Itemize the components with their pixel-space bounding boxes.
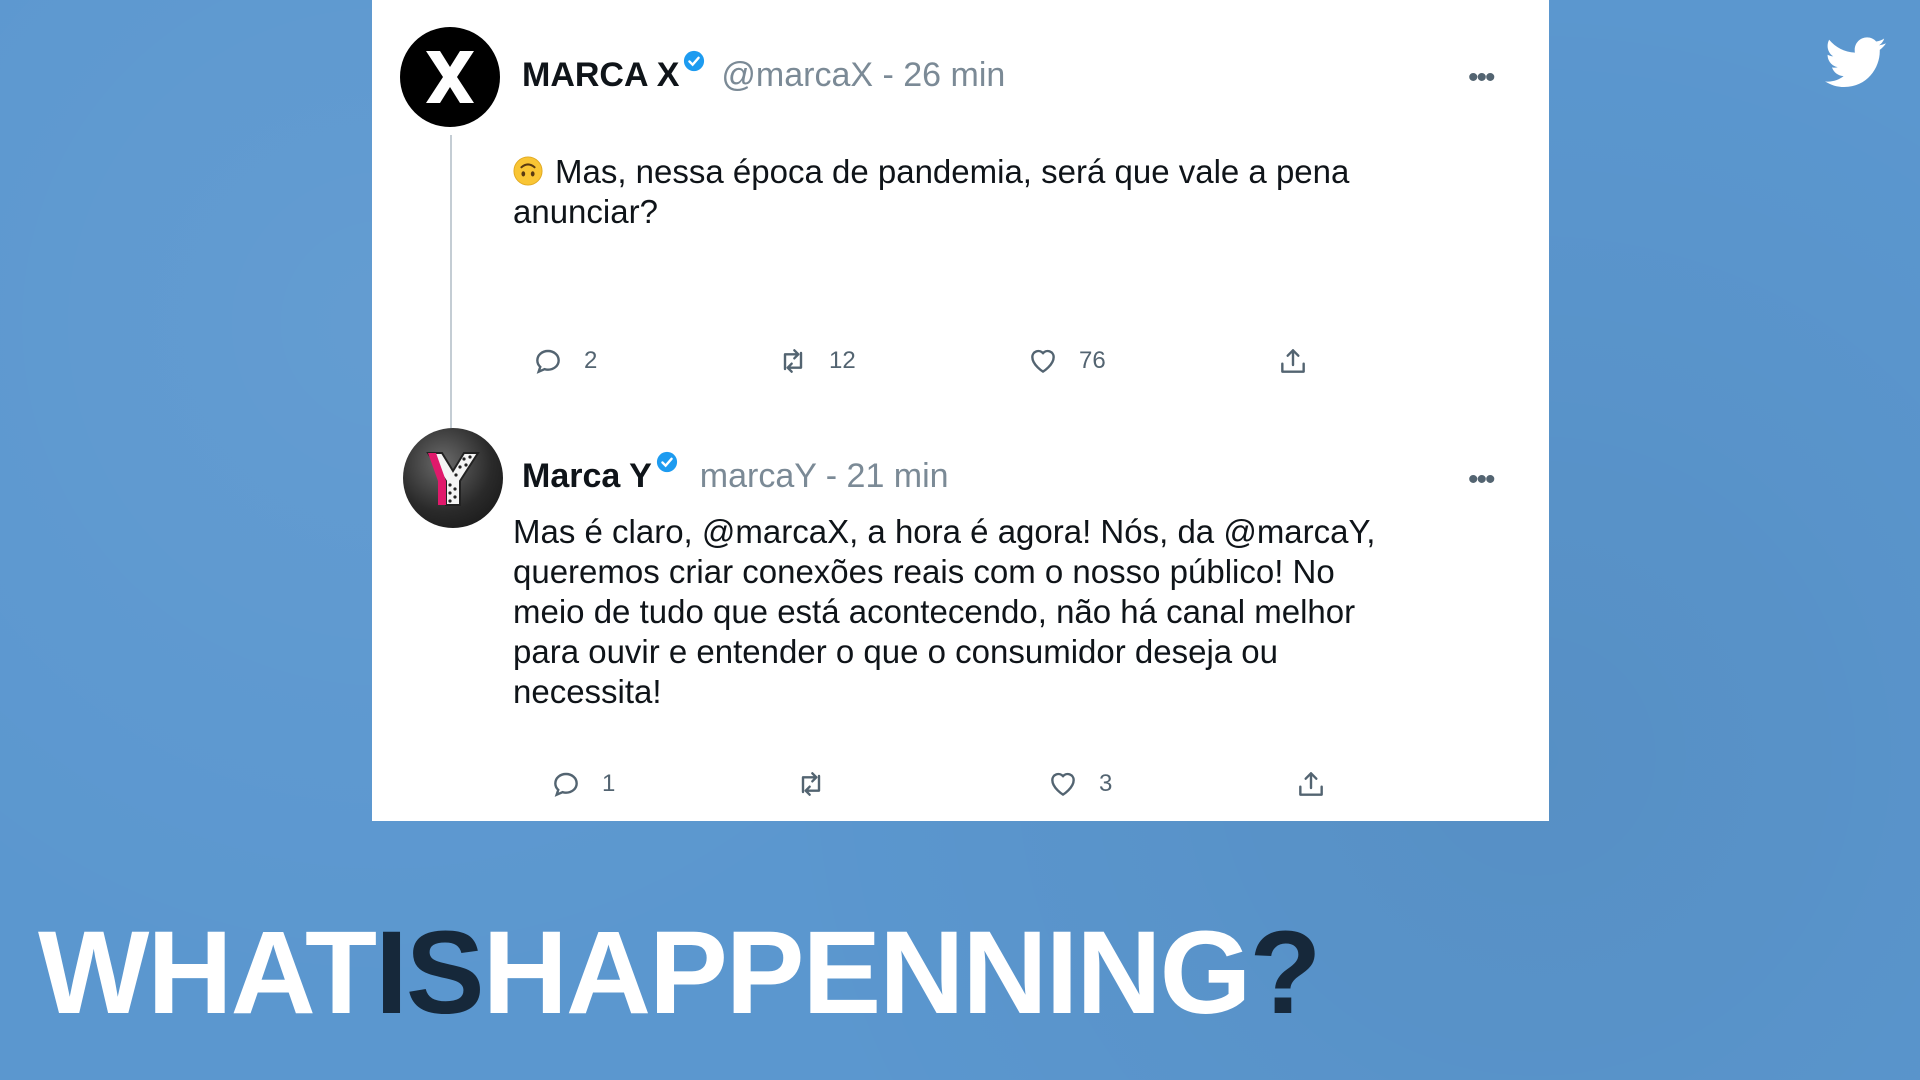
tweet-body: Mas é claro, @marcaX, a hora é agora! Nó… — [513, 513, 1376, 710]
tweet-text: Mas é claro, @marcaX, a hora é agora! Nó… — [513, 512, 1413, 712]
tweet-actions: 2 12 76 — [372, 345, 1549, 385]
tweet-thread-card: MARCA X @marcaX - 26 min ••• Mas, nessa … — [372, 0, 1549, 821]
reply-count: 2 — [584, 347, 598, 374]
retweet-count: 12 — [829, 347, 856, 374]
reply-icon — [536, 349, 560, 374]
avatar-marca-x[interactable] — [400, 27, 500, 127]
y-logo-icon — [426, 452, 480, 506]
slogan-part-what: WHAT — [38, 907, 377, 1039]
retweet-button[interactable] — [795, 768, 847, 800]
upside-down-face-emoji-icon — [513, 156, 543, 186]
share-icon — [1299, 772, 1323, 796]
tweet-header: MARCA X @marcaX - 26 min — [522, 50, 1005, 95]
like-count: 76 — [1079, 347, 1106, 374]
like-button[interactable]: 3 — [1047, 768, 1112, 800]
slogan-question-mark: ? — [1249, 907, 1321, 1039]
handle-timestamp[interactable]: @marcaX - 26 min — [721, 56, 1005, 95]
tweet-actions: 1 3 — [372, 768, 1549, 808]
slogan-part-happenning: HAPPENNING — [482, 907, 1252, 1039]
share-icon — [1281, 349, 1305, 373]
reply-icon — [554, 772, 578, 797]
retweet-icon — [801, 772, 821, 796]
like-count: 3 — [1099, 770, 1113, 797]
heart-icon — [1051, 772, 1075, 796]
heart-icon — [1031, 349, 1055, 373]
tweet-header: Marca Y marcaY - 21 min — [522, 451, 949, 496]
reply-button[interactable]: 2 — [532, 345, 597, 377]
twitter-bird-icon — [1825, 37, 1886, 88]
reply-count: 1 — [602, 770, 616, 797]
like-button[interactable]: 76 — [1027, 345, 1106, 377]
avatar-marca-y[interactable] — [403, 428, 503, 528]
display-name[interactable]: MARCA X — [522, 56, 679, 95]
slogan-part-is: IS — [375, 907, 484, 1039]
verified-badge-icon — [656, 451, 677, 473]
tweet-text: Mas, nessa época de pandemia, será que v… — [513, 152, 1413, 232]
retweet-button[interactable]: 12 — [777, 345, 856, 377]
thread-connector-line — [450, 135, 452, 430]
slogan-headline: WHATISHAPPENNING? — [38, 905, 1322, 1041]
display-name[interactable]: Marca Y — [522, 457, 652, 496]
x-logo-icon — [426, 51, 474, 103]
reply-button[interactable]: 1 — [550, 768, 615, 800]
tweet-body: Mas, nessa época de pandemia, será que v… — [513, 153, 1350, 230]
handle-timestamp[interactable]: marcaY - 21 min — [700, 457, 949, 496]
more-options-icon[interactable]: ••• — [1468, 63, 1495, 93]
more-options-icon[interactable]: ••• — [1468, 465, 1495, 495]
verified-badge-icon — [684, 50, 705, 72]
share-button[interactable] — [1277, 345, 1329, 377]
retweet-icon — [783, 349, 803, 373]
share-button[interactable] — [1295, 768, 1347, 800]
